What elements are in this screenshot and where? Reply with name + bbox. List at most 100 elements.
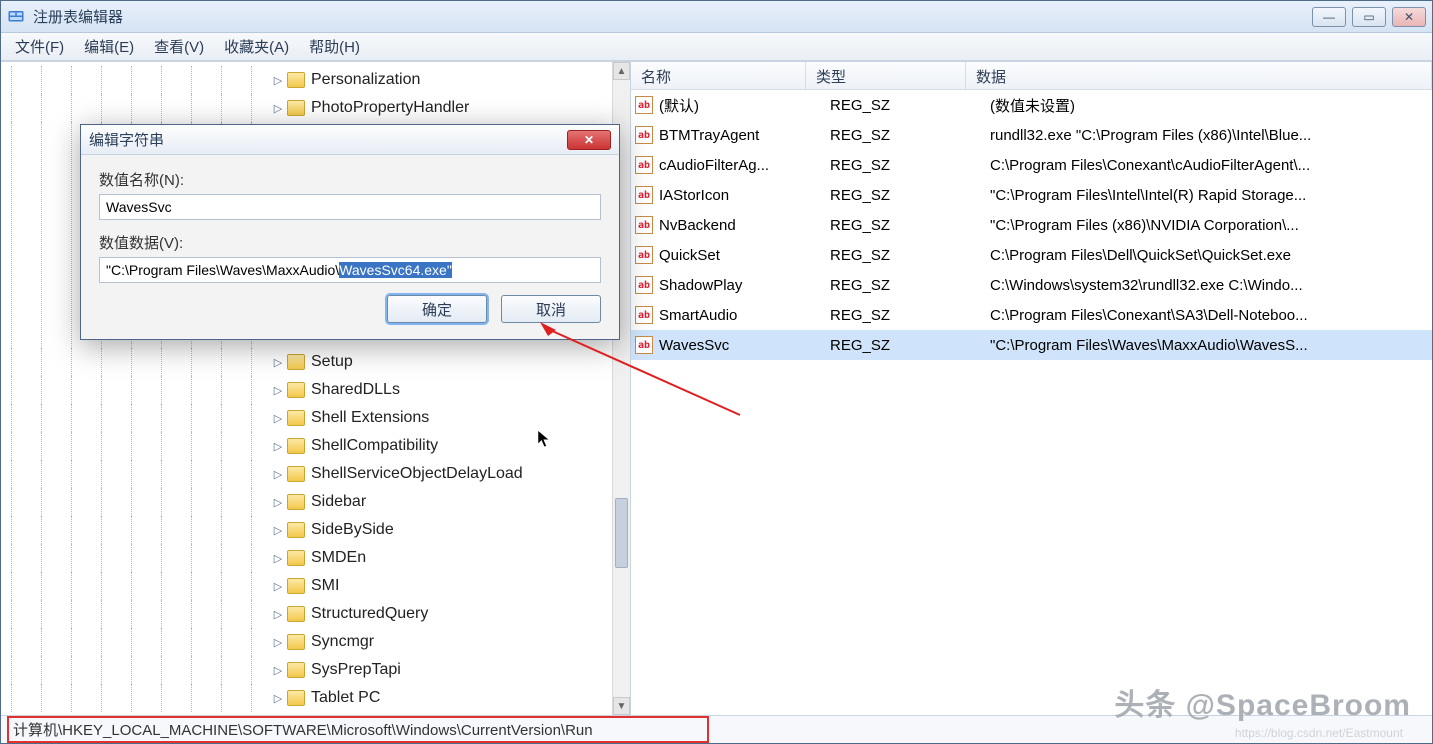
- tree-item[interactable]: ▷ SMDEn: [1, 544, 630, 572]
- tree-item[interactable]: ▷ SMI: [1, 572, 630, 600]
- reg-sz-icon: ab: [635, 216, 653, 234]
- col-type[interactable]: 类型: [806, 62, 966, 89]
- list-row[interactable]: ab(默认)REG_SZ(数值未设置): [631, 90, 1432, 120]
- minimize-button[interactable]: —: [1312, 7, 1346, 27]
- row-data: C:\Program Files\Conexant\SA3\Dell-Noteb…: [990, 307, 1432, 324]
- row-name: ShadowPlay: [659, 277, 830, 294]
- row-type: REG_SZ: [830, 97, 990, 114]
- expander-icon[interactable]: ▷: [271, 355, 285, 369]
- tree-item[interactable]: ▷PhotoPropertyHandler: [1, 94, 630, 122]
- row-name: cAudioFilterAg...: [659, 157, 830, 174]
- row-name: SmartAudio: [659, 307, 830, 324]
- row-data: C:\Program Files\Dell\QuickSet\QuickSet.…: [990, 247, 1432, 264]
- tree-item[interactable]: ▷ Shell Extensions: [1, 404, 630, 432]
- row-name: WavesSvc: [659, 337, 830, 354]
- tree-item-label: ShellServiceObjectDelayLoad: [311, 465, 523, 483]
- menu-favorites[interactable]: 收藏夹(A): [214, 33, 299, 60]
- tree-item-label: Sidebar: [311, 493, 366, 511]
- expander-icon[interactable]: ▷: [271, 383, 285, 397]
- row-data: "C:\Program Files\Waves\MaxxAudio\WavesS…: [990, 337, 1432, 354]
- list-row[interactable]: abSmartAudioREG_SZC:\Program Files\Conex…: [631, 300, 1432, 330]
- row-type: REG_SZ: [830, 217, 990, 234]
- tree-item[interactable]: ▷Setup: [1, 348, 630, 376]
- value-data-selection: WavesSvc64.exe": [339, 262, 452, 278]
- expander-icon[interactable]: ▷: [271, 607, 285, 621]
- menu-view[interactable]: 查看(V): [144, 33, 214, 60]
- folder-icon: [287, 410, 305, 426]
- folder-icon: [287, 354, 305, 370]
- expander-icon[interactable]: ▷: [271, 635, 285, 649]
- list-row[interactable]: abNvBackendREG_SZ"C:\Program Files (x86)…: [631, 210, 1432, 240]
- tree-item[interactable]: ▷SysPrepTapi: [1, 656, 630, 684]
- list-row[interactable]: abWavesSvcREG_SZ"C:\Program Files\Waves\…: [631, 330, 1432, 360]
- watermark: 头条 @SpaceBroom: [1114, 680, 1411, 724]
- window-title: 注册表编辑器: [33, 6, 1312, 27]
- value-data-prefix: "C:\Program Files\Waves\MaxxAudio\: [106, 262, 339, 278]
- edit-string-dialog: 编辑字符串 ✕ 数值名称(N): WavesSvc 数值数据(V): "C:\P…: [80, 124, 620, 340]
- row-type: REG_SZ: [830, 127, 990, 144]
- maximize-button[interactable]: ▭: [1352, 7, 1386, 27]
- dialog-titlebar[interactable]: 编辑字符串 ✕: [81, 125, 619, 155]
- expander-icon[interactable]: ▷: [271, 495, 285, 509]
- tree-item[interactable]: ▷ Sidebar: [1, 488, 630, 516]
- menu-edit[interactable]: 编辑(E): [74, 33, 144, 60]
- expander-icon[interactable]: ▷: [271, 579, 285, 593]
- titlebar[interactable]: 注册表编辑器 — ▭ ✕: [1, 1, 1432, 33]
- folder-icon: [287, 466, 305, 482]
- tree-item[interactable]: ▷Tablet PC: [1, 684, 630, 712]
- expander-icon[interactable]: ▷: [271, 663, 285, 677]
- list-row[interactable]: abcAudioFilterAg...REG_SZC:\Program File…: [631, 150, 1432, 180]
- reg-sz-icon: ab: [635, 126, 653, 144]
- row-data: "C:\Program Files (x86)\NVIDIA Corporati…: [990, 217, 1432, 234]
- tree-item-label: Shell Extensions: [311, 409, 429, 427]
- row-name: BTMTrayAgent: [659, 127, 830, 144]
- value-name-input[interactable]: WavesSvc: [99, 194, 601, 220]
- folder-icon: [287, 494, 305, 510]
- list-row[interactable]: abIAStorIconREG_SZ"C:\Program Files\Inte…: [631, 180, 1432, 210]
- tree-item[interactable]: ▷SideBySide: [1, 516, 630, 544]
- folder-icon: [287, 72, 305, 88]
- ok-button[interactable]: 确定: [387, 295, 487, 323]
- menu-file[interactable]: 文件(F): [5, 33, 74, 60]
- tree-item[interactable]: ▷ ShellServiceObjectDelayLoad: [1, 460, 630, 488]
- tree-item[interactable]: ▷Syncmgr: [1, 628, 630, 656]
- row-name: QuickSet: [659, 247, 830, 264]
- close-button[interactable]: ✕: [1392, 7, 1426, 27]
- row-name: (默认): [659, 95, 830, 116]
- expander-icon[interactable]: ▷: [271, 467, 285, 481]
- col-name[interactable]: 名称: [631, 62, 806, 89]
- row-data: rundll32.exe "C:\Program Files (x86)\Int…: [990, 127, 1432, 144]
- tree-item-label: SMI: [311, 577, 339, 595]
- tree-item-label: Personalization: [311, 71, 420, 89]
- cancel-button[interactable]: 取消: [501, 295, 601, 323]
- expander-icon[interactable]: ▷: [271, 73, 285, 87]
- value-data-label: 数值数据(V):: [99, 232, 601, 253]
- tree-item[interactable]: ▷SharedDLLs: [1, 376, 630, 404]
- reg-sz-icon: ab: [635, 246, 653, 264]
- tree-item[interactable]: ▷ShellCompatibility: [1, 432, 630, 460]
- row-data: C:\Program Files\Conexant\cAudioFilterAg…: [990, 157, 1432, 174]
- reg-sz-icon: ab: [635, 336, 653, 354]
- scroll-down-button[interactable]: ▼: [613, 697, 630, 715]
- list-row[interactable]: ab BTMTrayAgentREG_SZrundll32.exe "C:\Pro…: [631, 120, 1432, 150]
- tree-item-label: SMDEn: [311, 549, 366, 567]
- row-data: (数值未设置): [990, 95, 1432, 116]
- scroll-up-button[interactable]: ▲: [613, 62, 630, 80]
- expander-icon[interactable]: ▷: [271, 101, 285, 115]
- expander-icon[interactable]: ▷: [271, 551, 285, 565]
- list-row[interactable]: abShadowPlayREG_SZC:\Windows\system32\ru…: [631, 270, 1432, 300]
- tree-item[interactable]: ▷ Personalization: [1, 66, 630, 94]
- reg-sz-icon: ab: [635, 156, 653, 174]
- list-body[interactable]: ab(默认)REG_SZ(数值未设置)abBTMTrayAgentREG_SZr…: [631, 90, 1432, 715]
- menu-help[interactable]: 帮助(H): [299, 33, 370, 60]
- tree-item[interactable]: ▷StructuredQuery: [1, 600, 630, 628]
- scroll-thumb[interactable]: [615, 498, 628, 568]
- expander-icon[interactable]: ▷: [271, 523, 285, 537]
- dialog-close-button[interactable]: ✕: [567, 130, 611, 150]
- expander-icon[interactable]: ▷: [271, 691, 285, 705]
- expander-icon[interactable]: ▷: [271, 411, 285, 425]
- expander-icon[interactable]: ▷: [271, 439, 285, 453]
- value-data-input[interactable]: "C:\Program Files\Waves\MaxxAudio\WavesS…: [99, 257, 601, 283]
- col-data[interactable]: 数据: [966, 62, 1432, 89]
- list-row[interactable]: abQuickSetREG_SZC:\Program Files\Dell\Qu…: [631, 240, 1432, 270]
